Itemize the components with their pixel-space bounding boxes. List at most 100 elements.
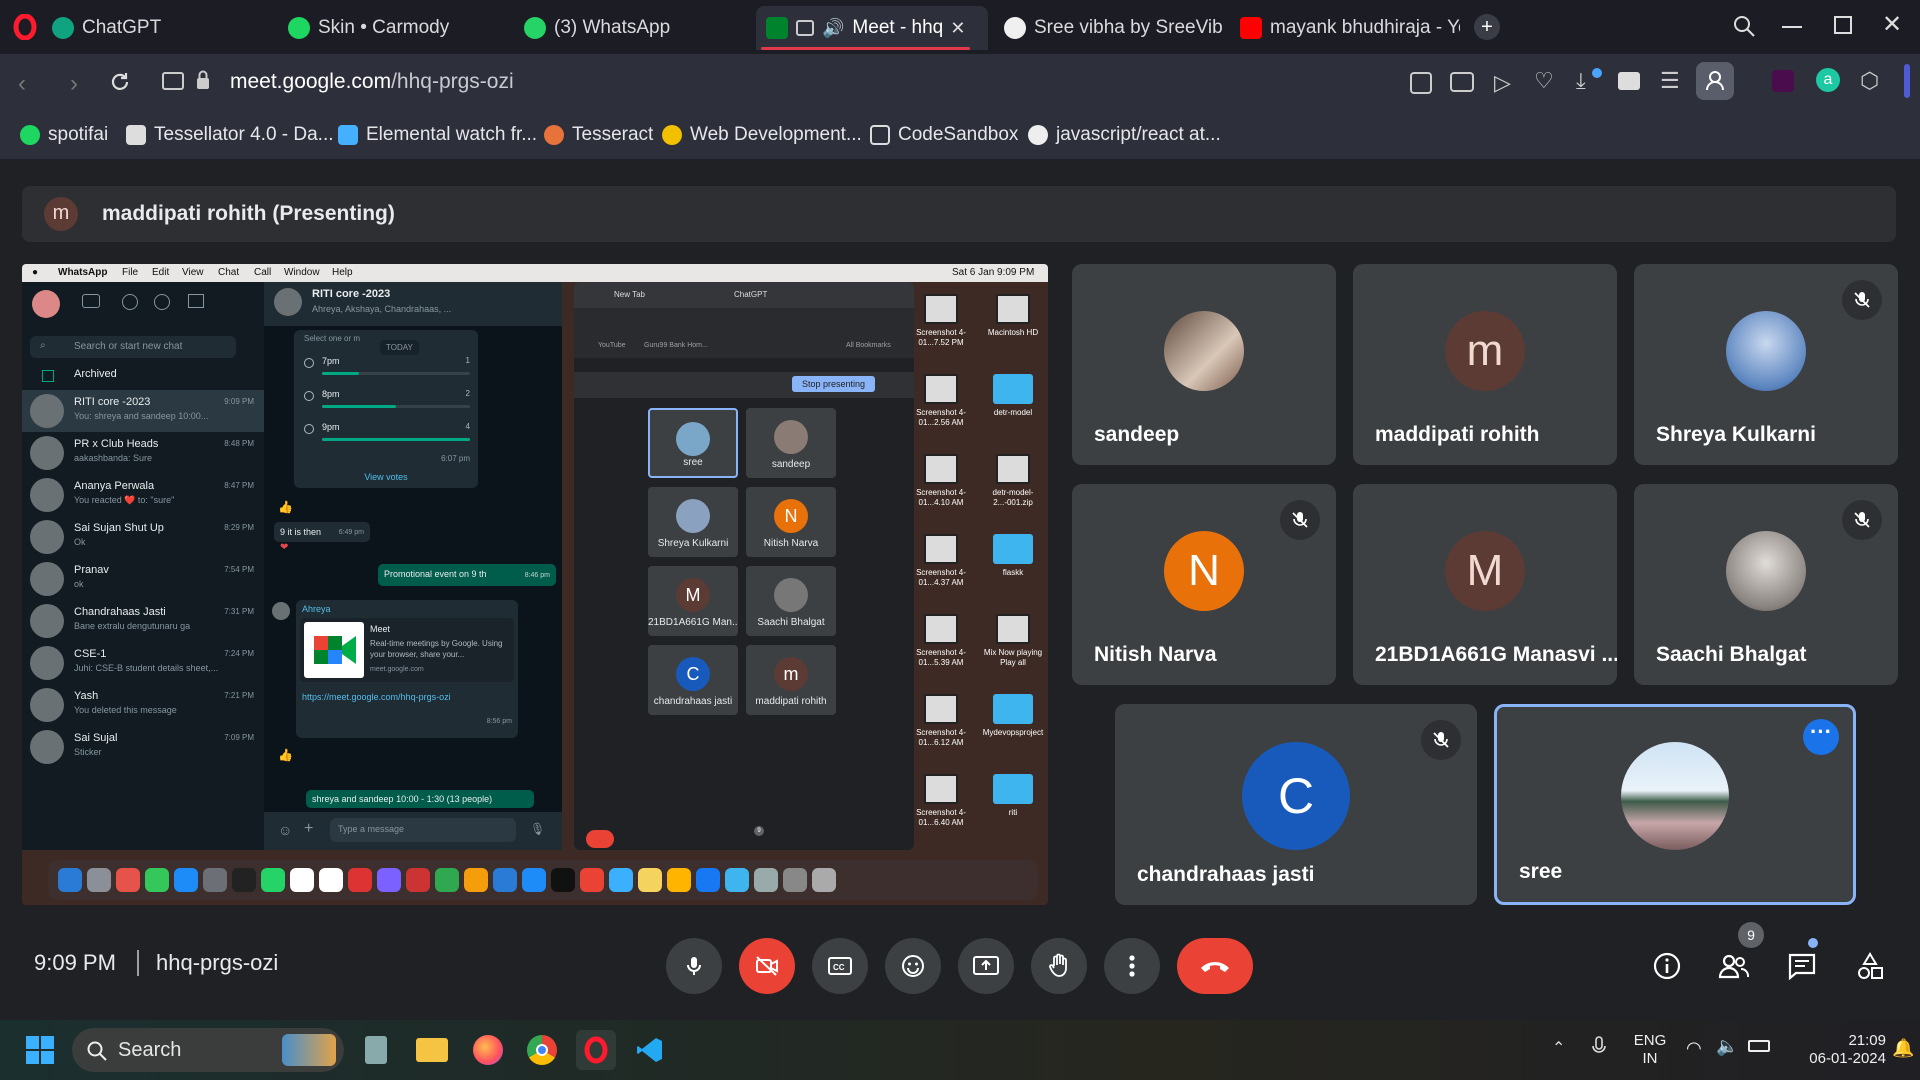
volume-icon[interactable]: 🔈 — [1716, 1036, 1738, 1057]
restore-icon[interactable] — [1834, 16, 1852, 34]
windows-start-icon[interactable] — [20, 1030, 60, 1070]
bookmark-tesseract[interactable]: Tesseract — [544, 124, 653, 146]
snapshot-camera-icon[interactable] — [1450, 72, 1474, 92]
mac-menubar: ● WhatsApp File Edit View Chat Call Wind… — [22, 264, 1048, 282]
file-explorer-icon[interactable] — [412, 1030, 452, 1070]
more-options-icon[interactable]: ··· — [1803, 719, 1839, 755]
more-vertical-icon — [1129, 955, 1135, 977]
participant-photo — [1726, 531, 1806, 611]
camera-indicator-icon[interactable] — [162, 72, 184, 90]
url-path: /hhq-prgs-ozi — [391, 70, 514, 93]
bookmark-tessellator[interactable]: Tessellator 4.0 - Da... — [126, 124, 334, 146]
poll-option-count: 2 — [465, 389, 470, 398]
bookmark-web-development[interactable]: Web Development... — [662, 124, 862, 146]
bookmark-elemental[interactable]: Elemental watch fr... — [338, 124, 537, 146]
participant-tile-self[interactable]: ··· sree — [1494, 704, 1856, 905]
bookmark-spotifai[interactable]: spotifai — [20, 124, 108, 146]
camera-off-button[interactable] — [739, 938, 795, 994]
participant-tile[interactable]: Shreya Kulkarni — [1634, 264, 1898, 465]
chat-time: 8:48 PM — [224, 439, 254, 448]
meeting-code: hhq-prgs-ozi — [156, 950, 279, 975]
muted-mic-icon — [1280, 500, 1320, 540]
leave-call-button[interactable] — [1177, 938, 1253, 994]
back-icon[interactable]: ‹ — [18, 70, 26, 98]
bookmark-javascript-react[interactable]: javascript/react at... — [1028, 124, 1221, 146]
reactions-button[interactable] — [885, 938, 941, 994]
participant-avatar: m — [1445, 311, 1525, 391]
people-button[interactable] — [1712, 944, 1756, 988]
shared-bookmark: YouTube — [598, 342, 626, 349]
tab-whatsapp[interactable]: (3) WhatsApp — [514, 6, 744, 50]
taskbar-search[interactable]: Search — [72, 1028, 344, 1072]
battery-saver-icon[interactable] — [1618, 72, 1640, 90]
vscode-icon[interactable] — [630, 1030, 670, 1070]
grammar-extension-icon[interactable]: a — [1816, 68, 1840, 92]
participant-tile[interactable]: m maddipati rohith — [1353, 264, 1617, 465]
tab-github[interactable]: Sree vibha by SreeVibha — [994, 6, 1224, 50]
picture-in-picture-icon[interactable] — [796, 20, 814, 36]
meeting-details-button[interactable] — [1645, 944, 1689, 988]
google-meet-logo-icon — [304, 622, 364, 678]
wifi-icon[interactable]: ◠ — [1686, 1038, 1702, 1059]
profile-icon[interactable] — [1696, 62, 1734, 100]
opera-logo-icon[interactable] — [12, 14, 38, 40]
calculator-icon[interactable] — [356, 1030, 396, 1070]
participant-tile[interactable]: sandeep — [1072, 264, 1336, 465]
captions-button[interactable]: CC — [812, 938, 868, 994]
download-icon[interactable]: ⤓ — [1576, 68, 1586, 94]
participant-tile[interactable]: C chandrahaas jasti — [1115, 704, 1477, 905]
tray-mic-icon[interactable] — [1592, 1036, 1606, 1058]
tab-chatgpt[interactable]: ChatGPT — [42, 6, 272, 50]
tab-spotify[interactable]: Skin • Carmody — [278, 6, 508, 50]
chat-button[interactable] — [1780, 944, 1824, 988]
sidebar-toggle[interactable] — [1904, 64, 1910, 98]
speaker-icon[interactable]: 🔊 — [822, 18, 844, 39]
easy-setup-icon[interactable]: ☰ — [1660, 68, 1680, 94]
dock-app-icon — [464, 868, 488, 892]
desktop-file: Screenshot 4-01...7.52 PM — [904, 294, 978, 348]
folder-icon — [993, 774, 1033, 804]
mini-participant-avatar: M — [676, 578, 710, 612]
edit-icon[interactable] — [1410, 72, 1432, 94]
raise-hand-button[interactable] — [1031, 938, 1087, 994]
mini-participant-avatar: C — [676, 657, 710, 691]
microphone-button[interactable] — [666, 938, 722, 994]
battery-icon[interactable] — [1748, 1040, 1770, 1052]
send-icon[interactable]: ▷ — [1494, 70, 1511, 96]
desktop-item-label: detr-model-2...-001.zip — [992, 488, 1034, 507]
reload-icon[interactable] — [108, 70, 132, 94]
participant-tile[interactable]: N Nitish Narva — [1072, 484, 1336, 685]
opera-taskbar-icon[interactable] — [576, 1030, 616, 1070]
participant-tile[interactable]: M 21BD1A661G Manasvi ... — [1353, 484, 1617, 685]
chat-last-message: Sticker — [74, 747, 102, 757]
url-field[interactable]: meet.google.com/hhq-prgs-ozi — [230, 70, 514, 94]
taskbar-clock[interactable]: 21:09 06-01-2024 — [1786, 1032, 1886, 1068]
message-time: 8:46 pm — [524, 572, 550, 579]
chrome-icon[interactable] — [522, 1030, 562, 1070]
present-screen-button[interactable] — [958, 938, 1014, 994]
activities-button[interactable] — [1848, 944, 1892, 988]
search-tabs-icon[interactable] — [1732, 14, 1756, 38]
close-tab-icon[interactable]: ✕ — [950, 18, 965, 39]
lock-icon[interactable] — [196, 70, 210, 90]
tab-youtube[interactable]: mayank bhudhiraja - Yo — [1230, 6, 1460, 50]
language-indicator[interactable]: ENG IN — [1628, 1032, 1672, 1068]
heart-icon[interactable]: ♡ — [1534, 68, 1554, 94]
participant-tile[interactable]: Saachi Bhalgat — [1634, 484, 1898, 685]
bookmark-codesandbox[interactable]: CodeSandbox — [870, 124, 1018, 146]
desktop-item-label: Screenshot 4-01...5.39 AM — [916, 648, 966, 667]
new-tab-plus-icon[interactable]: + — [1474, 14, 1500, 40]
microphone-icon — [687, 957, 701, 975]
minimize-icon[interactable] — [1782, 26, 1802, 28]
extensions-cube-icon[interactable]: ⬡ — [1860, 68, 1879, 94]
tray-overflow-icon[interactable]: ⌃ — [1552, 1038, 1565, 1058]
more-options-button[interactable] — [1104, 938, 1160, 994]
tab-meet[interactable]: 🔊 Meet - hhq-p ✕ — [756, 6, 988, 50]
forward-icon[interactable]: › — [70, 70, 78, 98]
participant-name: sree — [1519, 860, 1563, 883]
extension-app-icon[interactable] — [1772, 70, 1794, 92]
close-window-icon[interactable]: ✕ — [1882, 10, 1902, 39]
mini-participant-avatar: N — [774, 499, 808, 533]
notification-bell-icon[interactable]: 🔔 — [1892, 1038, 1914, 1059]
firefox-icon[interactable] — [468, 1030, 508, 1070]
